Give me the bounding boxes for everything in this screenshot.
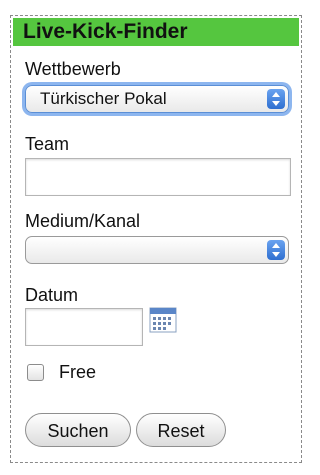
team-label: Team bbox=[25, 134, 70, 154]
free-checkbox[interactable] bbox=[27, 364, 44, 381]
select-arrows-icon bbox=[267, 89, 285, 109]
calendar-icon[interactable] bbox=[149, 306, 177, 334]
live-kick-finder-widget: Live-Kick-Finder Wettbewerb Türkischer P… bbox=[10, 15, 302, 463]
competition-selected-value: Türkischer Pokal bbox=[40, 89, 167, 108]
channel-label: Medium/Kanal bbox=[25, 211, 141, 231]
free-label: Free bbox=[59, 362, 97, 382]
reset-button[interactable]: Reset bbox=[136, 413, 226, 447]
select-arrows-icon bbox=[267, 240, 285, 260]
search-button[interactable]: Suchen bbox=[25, 413, 131, 447]
competition-select[interactable]: Türkischer Pokal bbox=[25, 85, 289, 113]
team-input[interactable] bbox=[25, 158, 291, 196]
date-input[interactable] bbox=[25, 308, 143, 346]
widget-title: Live-Kick-Finder bbox=[13, 18, 299, 46]
channel-select[interactable] bbox=[25, 236, 289, 264]
competition-label: Wettbewerb bbox=[25, 59, 121, 79]
date-label: Datum bbox=[25, 285, 79, 305]
